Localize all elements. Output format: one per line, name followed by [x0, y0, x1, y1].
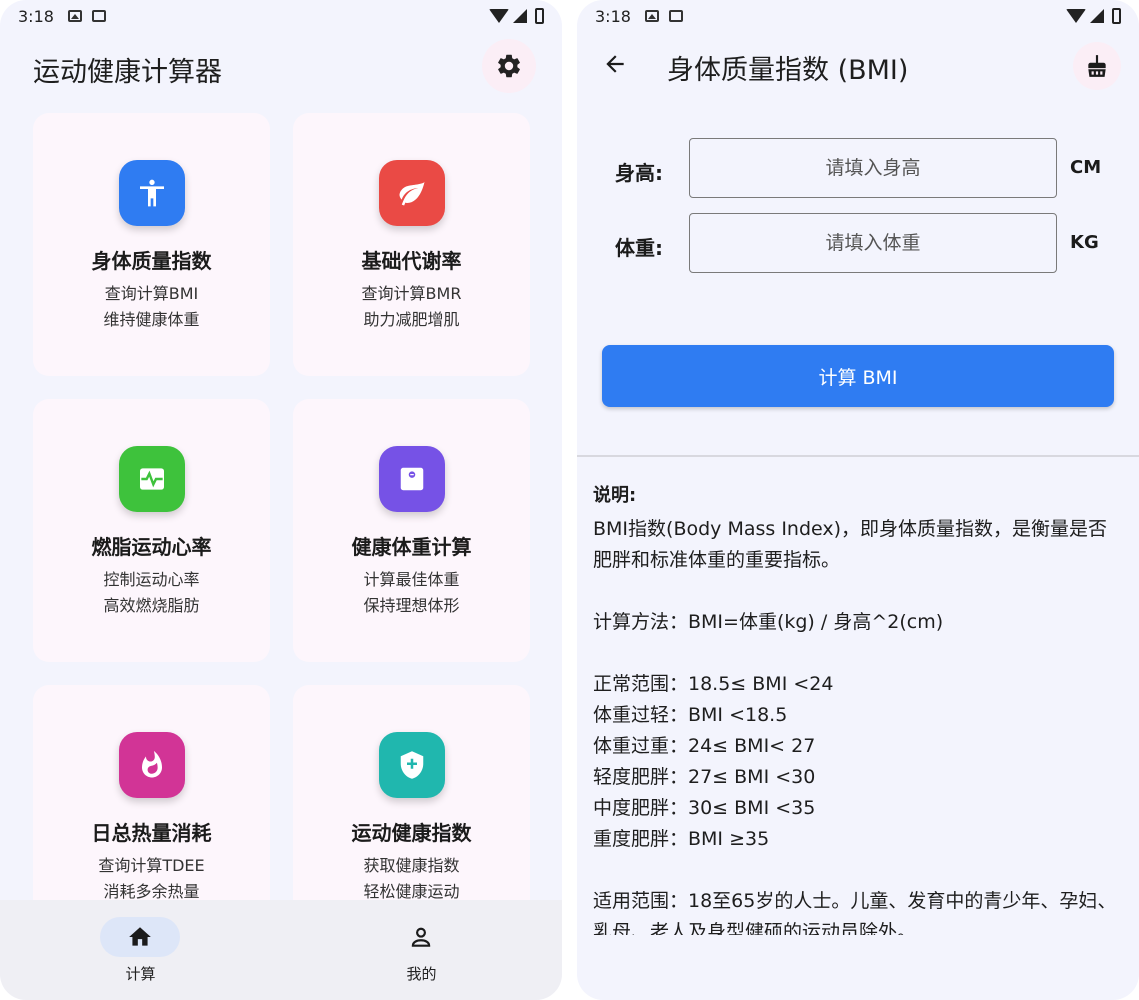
- card-healthy-weight[interactable]: 健康体重计算 计算最佳体重 保持理想体形: [293, 399, 530, 662]
- card-title: 基础代谢率: [361, 249, 462, 273]
- card-desc-line2: 保持理想体形: [363, 596, 460, 615]
- nav-label: 我的: [406, 965, 437, 983]
- cellular-signal-icon: [513, 9, 527, 23]
- page-title: 运动健康计算器: [33, 57, 222, 88]
- range-mild-obesity: 轻度肥胖：27≤ BMI <30: [593, 766, 816, 788]
- weight-label: 体重:: [615, 236, 663, 260]
- card-desc-line1: 控制运动心率: [103, 570, 200, 589]
- height-label: 身高:: [615, 161, 663, 185]
- home-screen: 3:18 运动健康计算器 身体质量指数 查询计算BMI 维持健康体重 基础代谢率: [0, 0, 562, 1000]
- arrow-left-icon: [606, 55, 624, 73]
- flame-icon: [119, 732, 185, 798]
- card-title: 运动健康指数: [351, 821, 472, 845]
- app-notification-icon: [668, 10, 683, 22]
- image-notification-icon: [67, 10, 82, 22]
- weight-input[interactable]: [689, 213, 1057, 273]
- health-shield-icon: [379, 732, 445, 798]
- divider: [577, 455, 1139, 457]
- back-button[interactable]: [595, 44, 635, 84]
- description-method: 计算方法：BMI=体重(kg) / 身高^2(cm): [593, 611, 944, 633]
- broom-icon: [1088, 55, 1106, 77]
- card-title: 燃脂运动心率: [91, 535, 212, 559]
- card-desc-line2: 助力减肥增肌: [363, 310, 460, 329]
- card-desc-line2: 消耗多余热量: [103, 882, 200, 901]
- range-moderate-obesity: 中度肥胖：30≤ BMI <35: [593, 797, 816, 819]
- app-notification-icon: [91, 10, 106, 22]
- nav-label: 计算: [125, 965, 156, 983]
- height-unit: CM: [1070, 157, 1102, 178]
- nav-item-calculate[interactable]: 计算: [0, 900, 281, 1000]
- status-bar: 3:18: [0, 0, 562, 32]
- clear-button[interactable]: [1073, 42, 1121, 90]
- card-desc-line2: 维持健康体重: [103, 310, 200, 329]
- card-desc-line1: 计算最佳体重: [363, 570, 460, 589]
- card-fat-burn-heart-rate[interactable]: 燃脂运动心率 控制运动心率 高效燃烧脂肪: [33, 399, 270, 662]
- card-bmi[interactable]: 身体质量指数 查询计算BMI 维持健康体重: [33, 113, 270, 376]
- status-bar: 3:18: [577, 0, 1139, 32]
- scale-icon: [379, 446, 445, 512]
- cellular-signal-icon: [1090, 9, 1104, 23]
- status-time: 3:18: [595, 6, 631, 26]
- calculate-bmi-button[interactable]: 计算 BMI: [602, 345, 1114, 407]
- accessibility-icon: [119, 160, 185, 226]
- battery-icon: [535, 8, 544, 24]
- card-desc-line2: 高效燃烧脂肪: [103, 596, 200, 615]
- card-desc-line1: 查询计算TDEE: [98, 856, 205, 875]
- bmi-description: 说明: BMI指数(Body Mass Index)，即身体质量指数，是衡量是否…: [593, 480, 1125, 935]
- wifi-icon: [1066, 9, 1086, 23]
- weight-unit: KG: [1070, 232, 1099, 253]
- gear-icon: [498, 54, 520, 78]
- card-desc-line1: 查询计算BMR: [361, 284, 462, 303]
- range-underweight: 体重过轻：BMI <18.5: [593, 704, 788, 726]
- wifi-icon: [489, 9, 509, 23]
- card-bmr[interactable]: 基础代谢率 查询计算BMR 助力减肥增肌: [293, 113, 530, 376]
- card-desc-line1: 查询计算BMI: [104, 284, 199, 303]
- home-icon: [124, 922, 156, 952]
- image-notification-icon: [644, 10, 659, 22]
- description-title: 说明:: [593, 485, 637, 506]
- person-icon: [405, 922, 437, 952]
- range-normal: 正常范围：18.5≤ BMI <24: [593, 673, 834, 695]
- range-severe-obesity: 重度肥胖：BMI ≥35: [593, 828, 770, 850]
- bottom-navigation: 计算 我的: [0, 900, 562, 1000]
- nav-item-mine[interactable]: 我的: [281, 900, 562, 1000]
- card-desc-line2: 轻松健康运动: [363, 882, 460, 901]
- card-title: 健康体重计算: [351, 535, 472, 559]
- status-time: 3:18: [18, 6, 54, 26]
- page-title: 身体质量指数 (BMI): [667, 55, 909, 86]
- description-scope: 适用范围：18至65岁的人士。儿童、发育中的青少年、孕妇、乳母、老人及身型健硕的…: [593, 890, 1117, 935]
- bmi-screen: 3:18 身体质量指数 (BMI) 身高: CM 体重: KG 计算 BMI 说…: [577, 0, 1139, 1000]
- card-desc-line1: 获取健康指数: [363, 856, 460, 875]
- card-title: 日总热量消耗: [91, 821, 212, 845]
- leaf-icon: [379, 160, 445, 226]
- battery-icon: [1112, 8, 1121, 24]
- card-title: 身体质量指数: [91, 249, 212, 273]
- height-input[interactable]: [689, 138, 1057, 198]
- range-overweight: 体重过重：24≤ BMI< 27: [593, 735, 816, 757]
- settings-button[interactable]: [482, 39, 536, 93]
- description-intro: BMI指数(Body Mass Index)，即身体质量指数，是衡量是否肥胖和标…: [593, 518, 1108, 571]
- heart-monitor-icon: [119, 446, 185, 512]
